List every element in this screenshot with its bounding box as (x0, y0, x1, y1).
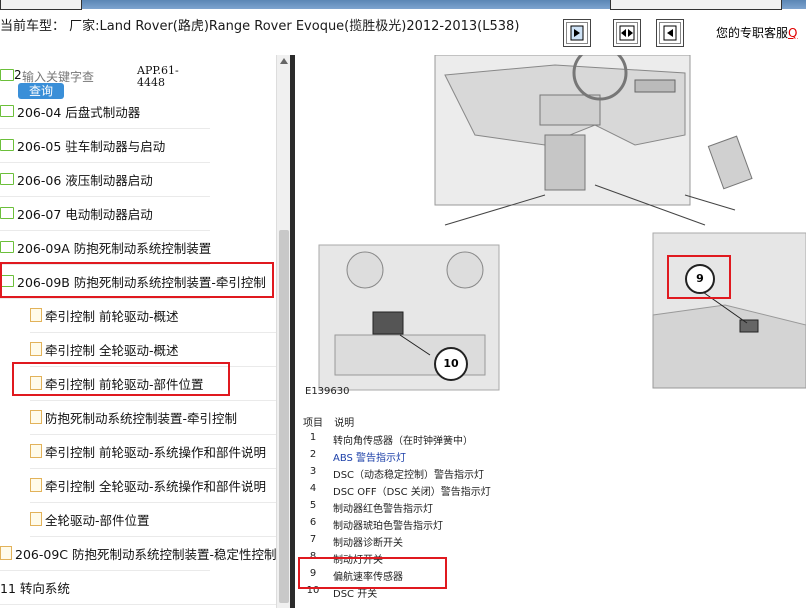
legend-number: 5 (309, 500, 317, 511)
component-location-figure (318, 55, 806, 391)
legend-description: 制动器诊断开关 (333, 538, 403, 549)
legend-description: ABS 警告指示灯 (333, 453, 407, 464)
sidebar-tree: 206-04 后盘式制动器 206-05 驻车制动器与启动 206-06 液压制动器… (0, 62, 276, 608)
tree-item[interactable]: 牵引控制 前轮驱动-概述 (30, 298, 276, 333)
search-area: 2 输入关键字查 查询 APP.61- 4448 (0, 62, 270, 102)
highlight-box (298, 557, 447, 589)
page-title: 当前车型： 厂家:Land Rover(路虎)Range Rover Evoqu… (0, 19, 520, 34)
search-prefix: 2 (14, 68, 22, 82)
tree-item-label: 206-05 驻车制动器与启动 (17, 138, 166, 154)
document-icon (30, 410, 42, 424)
tree-item-label: 206-04 后盘式制动器 (17, 104, 141, 120)
tree-item[interactable]: 206-06 液压制动器启动 (0, 162, 210, 197)
tree-item[interactable]: 防抱死制动系统控制装置-牵引控制 (30, 400, 276, 435)
tree-item-label: 206-09C 防抱死制动系统控制装置-稳定性控制 (15, 546, 276, 562)
highlight-box (12, 362, 230, 396)
legend-description: DSC（动态稳定控制）警告指示灯 (333, 470, 485, 481)
tree-item-label: 防抱死制动系统控制装置-牵引控制 (45, 410, 238, 426)
folder-icon (0, 241, 14, 253)
split-arrows-icon (619, 25, 635, 41)
tree-item[interactable]: 206-07 电动制动器启动 (0, 196, 210, 231)
legend-number: 3 (309, 466, 317, 477)
scroll-up-icon[interactable] (280, 58, 288, 64)
top-bar: 当前车型： 厂家:Land Rover(路虎)Range Rover Evoqu… (0, 0, 806, 62)
folder-icon (0, 173, 14, 185)
document-icon (30, 512, 42, 526)
search-button[interactable]: 查询 (18, 83, 64, 99)
support-label: 您的专职客服 (716, 26, 789, 40)
document-icon (30, 342, 42, 356)
tree-item-label: 206-09A 防抱死制动系统控制装置 (17, 240, 212, 256)
tree-item[interactable]: 206-09C 防抱死制动系统控制装置-稳定性控制 (0, 536, 276, 571)
legend-description: 制动器琥珀色警告指示灯 (333, 521, 443, 532)
top-tab-left[interactable] (0, 0, 82, 10)
folder-icon (0, 207, 14, 219)
legend-number: 2 (309, 449, 317, 460)
scroll-thumb[interactable] (279, 230, 289, 603)
figure-code: E139630 (305, 386, 350, 397)
document-icon (30, 444, 42, 458)
app-code-line2: 4448 (137, 76, 165, 89)
top-tab-right[interactable] (610, 0, 782, 10)
tree-item[interactable]: 206-09A 防抱死制动系统控制装置 (0, 230, 212, 265)
legend-number: 4 (309, 483, 317, 494)
step-right-icon (570, 25, 584, 41)
split-view-button[interactable] (613, 19, 641, 47)
next-page-button[interactable] (656, 19, 684, 47)
folder-icon (0, 105, 14, 117)
highlight-box (0, 262, 274, 298)
support-text: 您的专职客服Q (716, 24, 797, 41)
highlight-box (667, 255, 731, 299)
step-left-icon (663, 25, 677, 41)
app-code: APP.61- 4448 (137, 65, 179, 89)
legend-number: 1 (309, 432, 317, 443)
legend-description: DSC OFF（DSC 关闭）警告指示灯 (333, 487, 491, 498)
tree-item[interactable]: 206-05 驻车制动器与启动 (0, 128, 210, 163)
tree-item-label: 206-07 电动制动器启动 (17, 206, 153, 222)
legend-header: 项目 说明 (303, 414, 354, 429)
document-icon (0, 546, 12, 560)
tree-item[interactable]: 11 转向系统 (0, 570, 276, 605)
support-link[interactable]: Q (788, 26, 797, 40)
tree-item[interactable]: 全轮驱动-部件位置 (30, 502, 276, 537)
tree-item-label: 牵引控制 前轮驱动-系统操作和部件说明 (45, 444, 266, 460)
legend-description: 制动器红色警告指示灯 (333, 504, 433, 515)
tree-item[interactable]: 牵引控制 全轮驱动-系统操作和部件说明 (30, 468, 276, 503)
tree-item-label: 全轮驱动-部件位置 (45, 512, 150, 528)
tree-item-label: 牵引控制 前轮驱动-概述 (45, 308, 179, 324)
tree-item[interactable]: 牵引控制 前轮驱动-系统操作和部件说明 (30, 434, 276, 469)
legend-number: 6 (309, 517, 317, 528)
legend-description: 转向角传感器（在时钟弹簧中） (333, 436, 473, 447)
folder-icon (0, 139, 14, 151)
tree-item-label: 206-06 液压制动器启动 (17, 172, 153, 188)
tree-item-label: 牵引控制 全轮驱动-概述 (45, 342, 179, 358)
legend-col-item: 项目 (303, 418, 323, 429)
legend-col-desc: 说明 (334, 418, 355, 429)
legend-number: 7 (309, 534, 317, 545)
first-page-button[interactable] (563, 19, 591, 47)
tree-item-label: 牵引控制 全轮驱动-系统操作和部件说明 (45, 478, 266, 494)
callout-10: 10 (434, 347, 468, 381)
document-icon (30, 478, 42, 492)
sidebar-scrollbar[interactable] (276, 55, 291, 608)
tree-item-label: 11 转向系统 (0, 580, 70, 596)
document-icon (30, 308, 42, 322)
